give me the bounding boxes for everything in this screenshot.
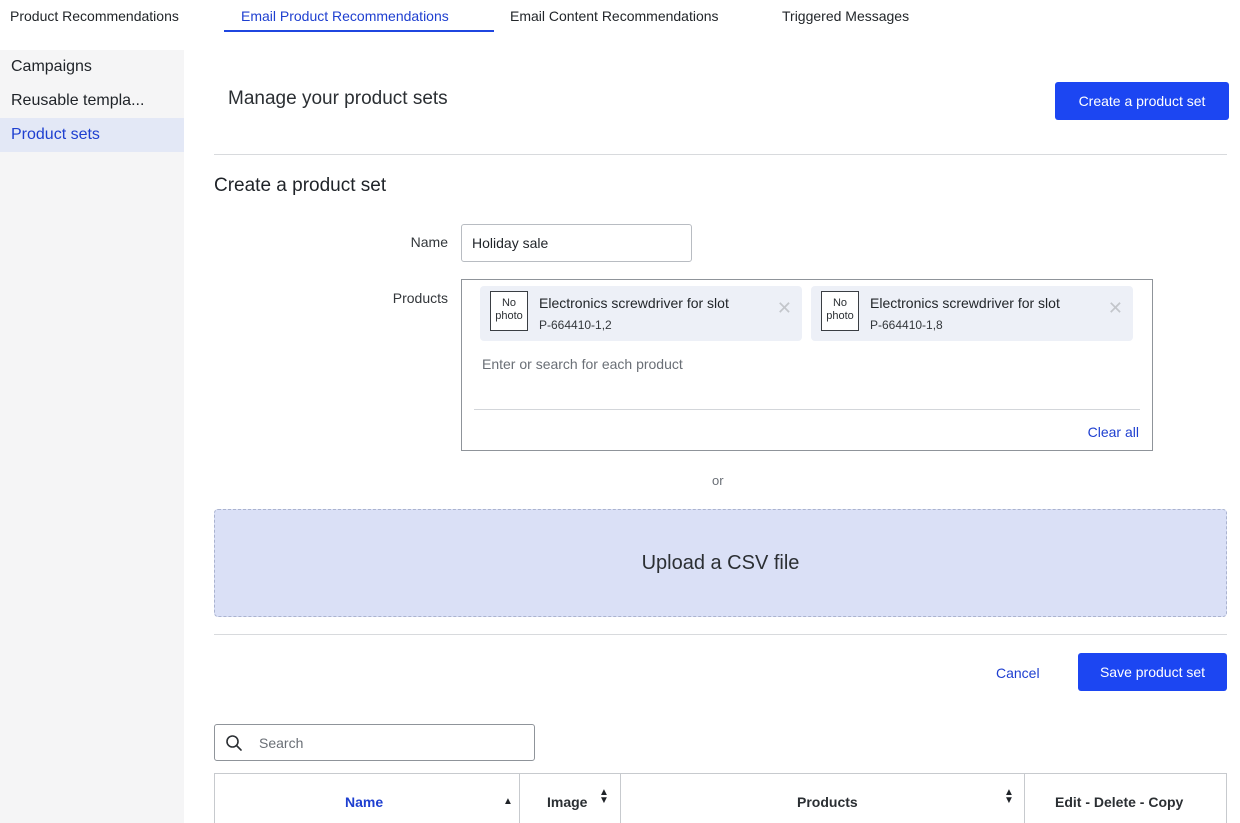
clear-all-link[interactable]: Clear all (1088, 424, 1139, 440)
product-sku: P-664410-1,8 (870, 318, 943, 332)
search-placeholder: Search (259, 735, 304, 751)
name-label: Name (410, 234, 448, 250)
product-sets-table: Name ▲ Image ▲ ▼ Products ▲ ▼ Edit - Delet… (214, 773, 1227, 823)
product-chip: No photo Electronics screwdriver for slo… (480, 286, 802, 341)
form-title: Create a product set (214, 175, 387, 196)
no-photo-placeholder: No photo (821, 291, 859, 331)
sort-both-icon[interactable]: ▲ ▼ (1004, 788, 1014, 806)
products-field[interactable]: No photo Electronics screwdriver for slo… (461, 279, 1153, 451)
search-input[interactable]: Search (214, 724, 535, 761)
column-header-actions: Edit - Delete - Copy (1025, 774, 1227, 823)
active-tab-indicator (224, 30, 494, 32)
create-product-set-button[interactable]: Create a product set (1055, 82, 1229, 120)
product-chip: No photo Electronics screwdriver for slo… (811, 286, 1133, 341)
tab-product-recommendations[interactable]: Product Recommendations (10, 8, 179, 24)
close-icon[interactable]: ✕ (777, 299, 792, 317)
column-header-image[interactable]: Image ▲ ▼ (520, 774, 621, 823)
search-icon (226, 735, 242, 751)
save-product-set-button[interactable]: Save product set (1078, 653, 1227, 691)
products-label: Products (392, 290, 448, 306)
sidebar: Campaigns Reusable templa... Product set… (0, 50, 184, 823)
sidebar-item-product-sets[interactable]: Product sets (0, 118, 184, 152)
name-input[interactable]: Holiday sale (461, 224, 692, 262)
products-divider (474, 409, 1140, 410)
upload-label: Upload a CSV file (641, 551, 800, 574)
page-title: Manage your product sets (228, 88, 448, 109)
no-photo-placeholder: No photo (490, 291, 528, 331)
header-divider (214, 154, 1227, 155)
column-label: Edit - Delete - Copy (1055, 794, 1184, 810)
column-label: Image (547, 794, 588, 810)
tab-email-product-recommendations[interactable]: Email Product Recommendations (241, 8, 449, 24)
form-divider (214, 634, 1227, 635)
or-separator: or (712, 473, 724, 488)
close-icon[interactable]: ✕ (1108, 299, 1123, 317)
sidebar-item-campaigns[interactable]: Campaigns (0, 50, 184, 84)
cancel-button[interactable]: Cancel (996, 665, 1040, 681)
product-search-input[interactable]: Enter or search for each product (482, 356, 683, 372)
sort-up-icon[interactable]: ▲ (503, 796, 513, 807)
sort-both-icon[interactable]: ▲ ▼ (599, 788, 609, 806)
product-name: Electronics screwdriver for slot (539, 295, 729, 311)
column-header-products[interactable]: Products ▲ ▼ (621, 774, 1025, 823)
product-name: Electronics screwdriver for slot (870, 295, 1060, 311)
top-tabs: Product Recommendations Email Product Re… (0, 0, 1240, 34)
column-label: Products (797, 794, 858, 810)
sidebar-item-reusable-templates[interactable]: Reusable templa... (0, 84, 184, 118)
column-header-name[interactable]: Name ▲ (215, 774, 520, 823)
column-label: Name (345, 794, 384, 810)
tab-triggered-messages[interactable]: Triggered Messages (782, 8, 909, 24)
tab-email-content-recommendations[interactable]: Email Content Recommendations (510, 8, 719, 24)
product-sku: P-664410-1,2 (539, 318, 612, 332)
upload-csv-dropzone[interactable]: Upload a CSV file (214, 509, 1227, 617)
